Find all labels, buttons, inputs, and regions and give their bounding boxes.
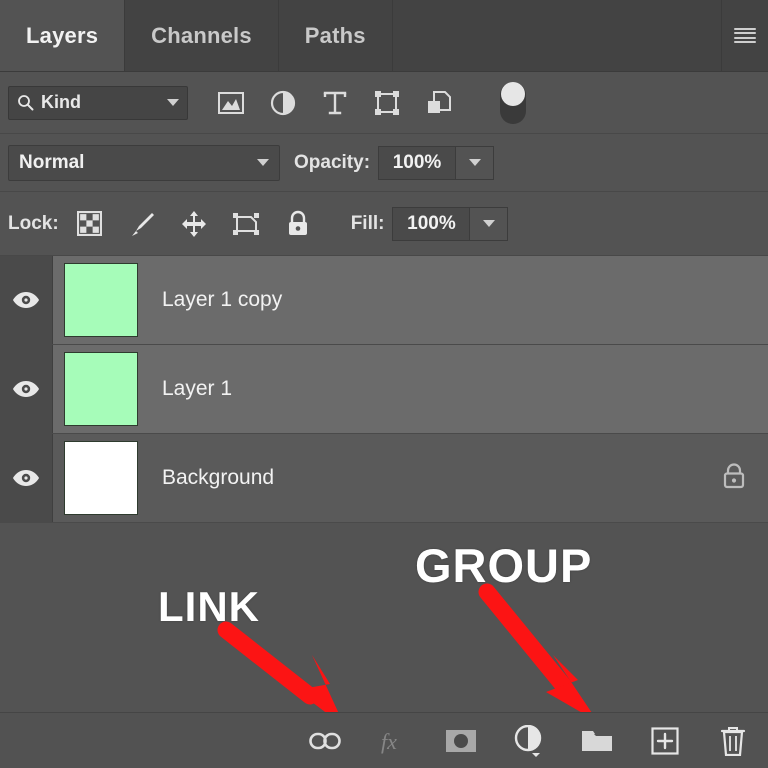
new-group-button[interactable] bbox=[580, 724, 614, 758]
chevron-down-icon bbox=[167, 99, 179, 106]
lock-position-icon[interactable] bbox=[179, 209, 209, 239]
link-layers-button[interactable] bbox=[308, 724, 342, 758]
layer-visibility-toggle[interactable] bbox=[0, 345, 53, 433]
layer-visibility-toggle[interactable] bbox=[0, 434, 53, 522]
layer-row[interactable]: Background bbox=[0, 434, 768, 523]
lock-all-icon[interactable] bbox=[283, 209, 313, 239]
tab-paths[interactable]: Paths bbox=[279, 0, 393, 71]
layer-locked-icon bbox=[723, 463, 745, 489]
new-fill-adjustment-button[interactable] bbox=[512, 724, 546, 758]
opacity-stepper-button[interactable] bbox=[456, 145, 495, 180]
filter-type-icons bbox=[216, 81, 526, 124]
tab-layers[interactable]: Layers bbox=[0, 0, 126, 71]
blend-mode-row: Normal Opacity: 100% bbox=[0, 134, 768, 192]
chevron-down-icon bbox=[257, 159, 269, 166]
layer-visibility-toggle[interactable] bbox=[0, 256, 53, 344]
layer-thumbnail[interactable] bbox=[64, 263, 138, 337]
layer-list: Layer 1 copy Layer 1 Background bbox=[0, 256, 768, 524]
lock-row: Lock: Fill: 100% bbox=[0, 192, 768, 256]
layer-name: Layer 1 bbox=[162, 377, 233, 400]
fill-value[interactable]: 100% bbox=[392, 206, 471, 241]
search-icon bbox=[18, 95, 34, 111]
layer-thumbnail[interactable] bbox=[64, 352, 138, 426]
opacity-value[interactable]: 100% bbox=[378, 145, 457, 180]
filter-pixel-layers-icon[interactable] bbox=[216, 88, 246, 118]
layer-visibility-icon bbox=[13, 292, 39, 308]
chevron-down-icon bbox=[468, 159, 481, 166]
new-layer-button[interactable] bbox=[648, 724, 682, 758]
blend-mode-value: Normal bbox=[19, 151, 85, 173]
blend-mode-dropdown[interactable]: Normal bbox=[8, 144, 280, 181]
hamburger-menu-icon bbox=[734, 27, 756, 44]
lock-artboard-nesting-icon[interactable] bbox=[231, 209, 261, 239]
layer-filter-row: Kind bbox=[0, 72, 768, 134]
svg-text:fx: fx bbox=[381, 729, 397, 754]
chevron-down-icon bbox=[482, 220, 495, 227]
filter-kind-label: Kind bbox=[41, 92, 81, 112]
lock-transparent-pixels-icon[interactable] bbox=[75, 209, 105, 239]
panel-tab-bar: Layers Channels Paths bbox=[0, 0, 768, 72]
filter-shape-layers-icon[interactable] bbox=[372, 88, 402, 118]
layers-panel-bottom-toolbar: fx bbox=[0, 712, 768, 768]
layer-visibility-icon bbox=[13, 470, 39, 486]
lock-label: Lock: bbox=[8, 212, 59, 234]
lock-image-pixels-icon[interactable] bbox=[127, 209, 157, 239]
delete-layer-button[interactable] bbox=[716, 724, 750, 758]
fill-stepper-button[interactable] bbox=[470, 206, 509, 241]
layer-visibility-icon bbox=[13, 381, 39, 397]
tab-paths-label: Paths bbox=[304, 22, 366, 48]
tab-channels-label: Channels bbox=[151, 22, 252, 48]
layer-mask-button[interactable] bbox=[444, 724, 478, 758]
tab-channels[interactable]: Channels bbox=[125, 0, 279, 71]
layer-name: Background bbox=[162, 466, 275, 489]
filter-type-layers-icon[interactable] bbox=[320, 88, 350, 118]
filter-smart-object-layers-icon[interactable] bbox=[424, 88, 454, 118]
opacity-label: Opacity: bbox=[294, 151, 371, 173]
layer-name: Layer 1 copy bbox=[162, 288, 283, 311]
filter-toggle-switch[interactable] bbox=[500, 81, 526, 124]
layer-row[interactable]: Layer 1 copy bbox=[0, 256, 768, 345]
annotation-label-link: LINK bbox=[158, 583, 260, 630]
tab-bar-spacer bbox=[393, 0, 722, 71]
lock-icons-group bbox=[75, 209, 313, 239]
annotation-area bbox=[0, 524, 768, 712]
filter-adjustment-layers-icon[interactable] bbox=[268, 88, 298, 118]
tab-layers-label: Layers bbox=[26, 22, 99, 48]
layer-lock-indicator bbox=[722, 462, 746, 494]
fill-label: Fill: bbox=[350, 212, 385, 234]
layer-row[interactable]: Layer 1 bbox=[0, 345, 768, 434]
panel-menu-button[interactable] bbox=[722, 0, 768, 71]
annotation-label-group: GROUP bbox=[415, 539, 593, 592]
photoshop-layers-panel: Layers Channels Paths Kind Normal Opacit… bbox=[0, 0, 768, 768]
filter-kind-dropdown[interactable]: Kind bbox=[8, 85, 188, 120]
layer-style-button[interactable]: fx bbox=[376, 724, 410, 758]
layer-thumbnail[interactable] bbox=[64, 441, 138, 515]
